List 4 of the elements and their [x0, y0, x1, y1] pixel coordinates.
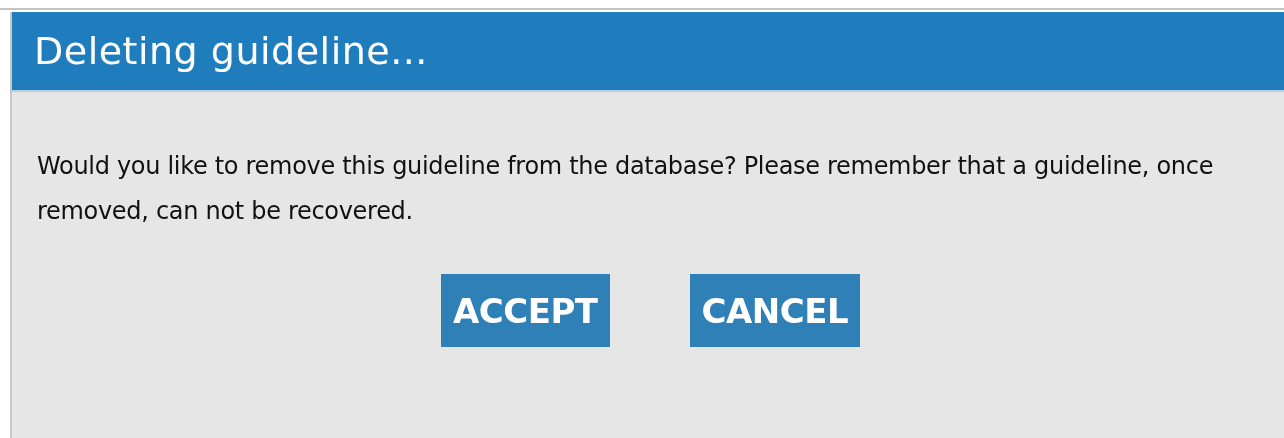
dialog-title: Deleting guideline...	[34, 29, 428, 73]
cancel-button[interactable]: CANCEL	[689, 274, 861, 347]
accept-button[interactable]: ACCEPT	[441, 274, 610, 347]
dialog-message: Would you like to remove this guideline from the database? Please remember that a guideline, once removed, can not be recovered.	[37, 151, 1215, 227]
